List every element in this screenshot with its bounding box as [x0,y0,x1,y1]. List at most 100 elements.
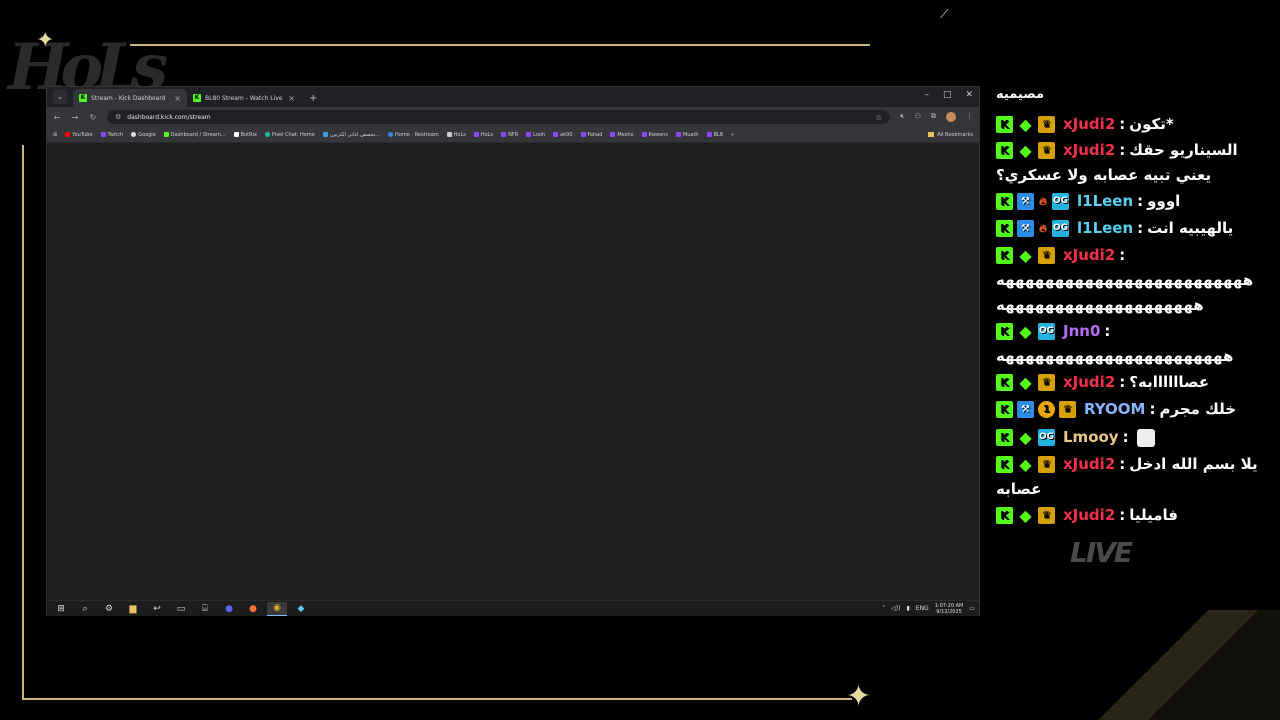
chat-message: K ◆ ♛ xJudi2 : يلا بسم الله ادخل عصابه [996,452,1274,502]
kick-badge-icon: K [996,193,1013,210]
close-tab-icon[interactable]: × [174,94,181,103]
bookmark-pixel-chat[interactable]: Pixel Chat: Home [264,132,315,138]
back-icon[interactable]: ← [53,113,61,122]
browser-toolbar: ← → ↻ ⚙ dashboard.kick.com/stream ☆ 🔇︎ ⚇… [47,107,979,127]
close-window-icon[interactable]: ✕ [965,90,973,100]
chrome-icon[interactable]: ◉ [267,601,287,616]
chat-username: xJudi2 [1063,141,1116,159]
chat-message: K ◆ ♛ xJudi2 : عصاااااابه؟ [996,370,1274,395]
bookmark-google[interactable]: Google [131,132,156,138]
browser-window: ⌄ K Stream - Kick Dashboard × K BL80 Str… [46,86,980,616]
bookmark-label: HoLs [480,131,494,138]
windows-taskbar: ⊞ ⌕ ⚙ ▆ ↩ ▭ ⌸ ● ● ◉ ◆ ˄ ◁)) ▮ ENG 1:07:2… [47,600,979,616]
fire-badge-icon: 🔥︎ [1038,222,1048,235]
bookmark-nfr[interactable]: NFR [501,132,518,138]
kick-badge-icon: K [996,247,1013,264]
bookmark-label: Muath [682,131,699,138]
kick-favicon-icon: K [193,94,201,102]
clock[interactable]: 1:07:20 AM 9/12/2025 [935,603,964,615]
settings-icon[interactable]: ⚙ [99,602,119,616]
extension-icon[interactable]: ⚇ [915,112,921,122]
crown-badge-icon: ♛ [1038,456,1055,473]
subscriber-badge-icon: ◆ [1019,115,1032,134]
profile-avatar[interactable] [946,112,956,122]
bookmark-label: Kweens [648,131,668,138]
bookmark-youtube[interactable]: YouTube [65,131,93,138]
bookmark-ak90[interactable]: ak90 [553,132,573,138]
firefox-icon[interactable]: ● [243,602,263,616]
chevron-up-icon[interactable]: ˄ [882,605,885,612]
bookmark-restream[interactable]: Home - Restream [388,132,439,138]
reload-icon[interactable]: ↻ [89,113,97,122]
bookmark-label: Looh [533,131,546,138]
bookmark-kweens[interactable]: Kweens [641,131,668,138]
more-bookmarks-icon[interactable]: » [731,132,734,138]
bookmark-botrix[interactable]: BotRix [233,132,257,138]
live-watermark: LIVE [1070,536,1133,569]
tab-stream-dashboard[interactable]: K Stream - Kick Dashboard × [73,89,187,107]
tab-title: BL80 Stream - Watch Live on Kick [205,94,284,102]
bookmark-hols-1[interactable]: HoLs [446,131,466,138]
bookmark-hols-2[interactable]: HoLs [473,131,494,138]
menu-kebab-icon[interactable]: ⋮ [966,112,973,122]
search-icon[interactable]: ⌕ [75,602,95,616]
bookmark-bl8[interactable]: BL8 [706,131,724,138]
app-icon[interactable]: ⌸ [195,602,215,616]
page-content [47,143,979,600]
tab-watch-live[interactable]: K BL80 Stream - Watch Live on Kick × [187,89,301,107]
chat-message: K ⚒ 1 ♛ RYOOM : خلك مجرم [996,397,1274,422]
crown-badge-icon: ♛ [1038,507,1055,524]
bookmark-looh[interactable]: Looh [526,132,545,138]
chat-username: xJudi2 [1063,506,1116,524]
bookmark-fahad[interactable]: Fahad [580,132,602,138]
bookmark-muath[interactable]: Muath [675,131,699,138]
mute-icon[interactable]: 🔇︎ [900,112,904,122]
app-icon[interactable]: ▭ [171,602,191,616]
site-info-icon[interactable]: ⚙ [115,113,121,121]
extensions-puzzle-icon[interactable]: ⧉ [931,112,936,122]
folder-icon[interactable]: ▆ [123,602,143,616]
bookmark-mesho[interactable]: Mesho [610,132,634,138]
notification-icon[interactable]: ▭ [969,605,975,612]
star-icon: ✦ [36,28,55,53]
tab-search-button[interactable]: ⌄ [53,90,67,104]
crown-badge-icon: ♛ [1059,401,1076,418]
mic-icon[interactable]: ▮ [906,605,909,612]
steam-icon[interactable]: ◆ [291,602,311,616]
maximize-icon[interactable]: □ [943,90,952,100]
discord-icon[interactable]: ● [219,602,239,616]
language-indicator[interactable]: ENG [916,605,929,612]
og-badge-icon: OG [1038,323,1055,340]
bookmark-label: NFR [508,131,519,138]
bookmark-label: YouTube [72,131,93,138]
forward-icon[interactable]: → [71,113,79,122]
chat-username: l1Leen [1077,192,1134,210]
bookmark-dashboard[interactable]: Dashboard / Stream... [163,132,226,138]
bookmark-twitch[interactable]: Twitch [100,132,123,138]
chat-text: عصاااااابه؟ [1129,373,1210,391]
kick-favicon-icon: K [79,94,87,102]
subscriber-badge-icon: ◆ [1019,322,1032,341]
bookmark-arabic[interactable]: تخصص اغاني الكرتون... [322,132,380,138]
all-bookmarks-button[interactable]: All Bookmarks [928,132,973,138]
bookmark-star-icon[interactable]: ☆ [875,113,882,122]
minimize-icon[interactable]: – [924,90,929,100]
bookmark-label: BL8 [713,131,724,138]
volume-icon[interactable]: ◁)) [891,605,900,612]
tab-title: Stream - Kick Dashboard [91,94,166,102]
chat-text: يالهيبيه انت [1147,219,1234,237]
bookmark-label: HoLs [453,131,466,138]
start-icon[interactable]: ⊞ [51,602,71,616]
address-bar[interactable]: ⚙ dashboard.kick.com/stream ☆ [107,110,891,124]
chat-text-continued: عصابه [996,480,1042,498]
kick-badge-icon: K [996,456,1013,473]
system-tray: ˄ ◁)) ▮ ENG 1:07:20 AM 9/12/2025 ▭ [882,603,975,615]
emote-image [1136,428,1155,447]
subscriber-badge-icon: ◆ [1019,373,1032,392]
app-icon[interactable]: ↩ [147,602,167,616]
kick-badge-icon: K [996,374,1013,391]
new-tab-button[interactable]: + [309,93,317,104]
chat-text: *تكون [1129,115,1174,133]
apps-grid-icon[interactable]: ⊞ [53,132,57,138]
close-tab-icon[interactable]: × [288,94,295,103]
